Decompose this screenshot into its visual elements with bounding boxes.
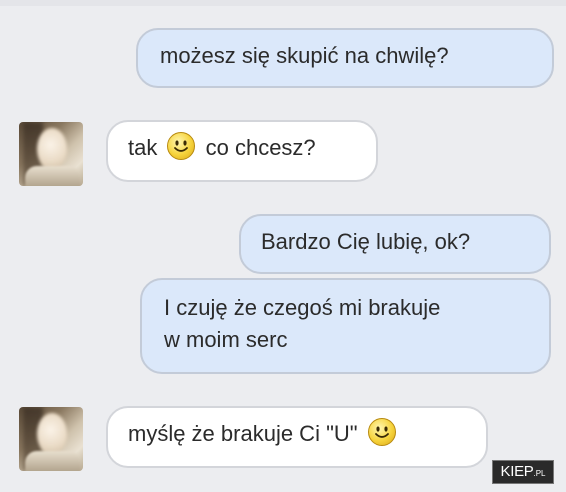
message-bubble-incoming: tak co chcesz? [106,120,378,182]
message-bubble-incoming: myślę że brakuje Ci "U" [106,406,488,468]
top-divider [0,0,566,6]
message-text-line: w moim serc [164,327,288,352]
message-text-after: co chcesz? [205,135,316,160]
smiley-emoji-icon [367,418,396,446]
message-text: myślę że brakuje Ci "U" [128,421,358,446]
message-text-line: I czuję że czegoś mi brakuje [164,295,441,320]
message-text: możesz się skupić na chwilę? [160,43,449,68]
avatar[interactable] [19,122,83,186]
message-bubble-outgoing: I czuję że czegoś mi brakuje w moim serc [140,278,551,374]
message-text-before: tak [128,135,158,160]
message-text: Bardzo Cię lubię, ok? [261,229,471,254]
message-bubble-outgoing: możesz się skupić na chwilę? [136,28,554,88]
watermark-logo: KIEP.PL [492,460,554,484]
avatar[interactable] [19,407,83,471]
message-bubble-outgoing: Bardzo Cię lubię, ok? [239,214,551,274]
smiley-emoji-icon [167,132,196,160]
